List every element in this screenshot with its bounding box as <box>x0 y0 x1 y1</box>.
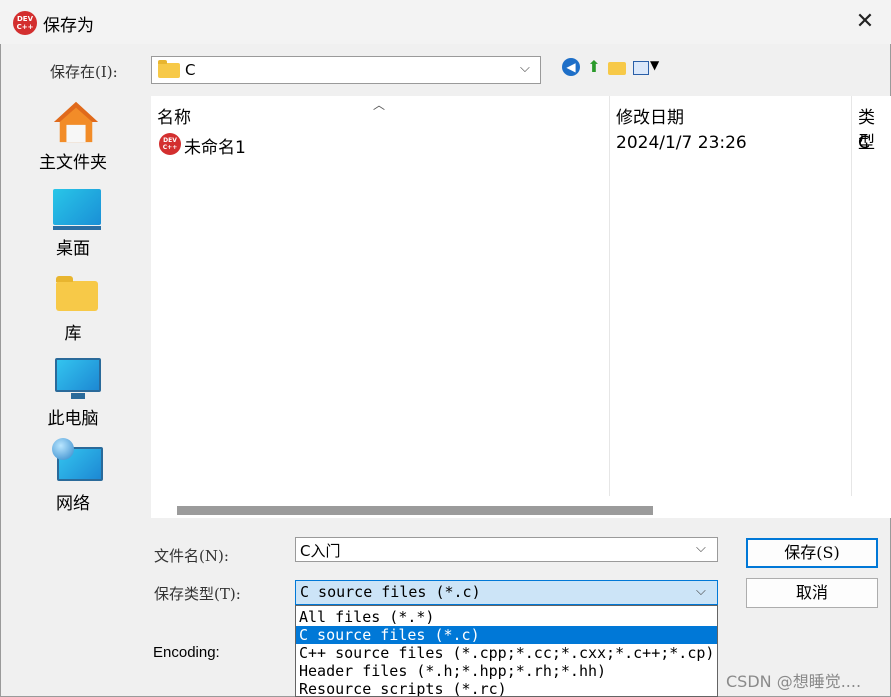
file-type-cell: C 文 <box>858 133 870 153</box>
filetype-dropdown-list[interactable]: All files (*.*) C source files (*.c) C++… <box>295 605 718 697</box>
library-folder-icon[interactable] <box>56 276 98 311</box>
network-globe-icon <box>52 438 74 460</box>
folder-icon <box>158 60 180 78</box>
horizontal-scrollbar-thumb[interactable] <box>177 506 653 515</box>
filetype-value: C source files (*.c) <box>300 583 481 601</box>
filetype-option[interactable]: C++ source files (*.cpp;*.cc;*.cxx;*.c++… <box>296 644 717 662</box>
chevron-down-icon[interactable]: ⌵ <box>520 61 530 76</box>
filetype-option[interactable]: Header files (*.h;*.hpp;*.rh;*.hh) <box>296 662 717 680</box>
filename-label: 文件名(N): <box>154 547 229 565</box>
devcpp-logo-icon: DEV C++ <box>13 11 37 35</box>
view-menu-chevron-icon[interactable]: ▼ <box>650 58 659 72</box>
window-title: 保存为 <box>43 16 94 36</box>
chevron-down-icon[interactable]: ⌵ <box>696 584 706 599</box>
chevron-down-icon[interactable]: ⌵ <box>696 541 706 556</box>
place-label-desktop[interactable]: 桌面 <box>0 234 146 259</box>
close-button[interactable]: ✕ <box>851 8 879 36</box>
filetype-label: 保存类型(T): <box>154 585 241 603</box>
new-folder-icon[interactable] <box>608 62 626 75</box>
encoding-label: Encoding: <box>153 644 220 661</box>
up-folder-icon[interactable]: ⬆ <box>585 58 603 76</box>
filetype-option[interactable]: Resource scripts (*.rc) <box>296 680 717 696</box>
column-header-name[interactable]: 名称 <box>157 103 191 128</box>
view-menu-icon[interactable] <box>633 61 649 75</box>
devcpp-file-icon: DEV C++ <box>159 133 181 155</box>
filename-combo[interactable]: C入门 ⌵ <box>295 537 718 562</box>
file-list[interactable]: ︿ 名称 修改日期 类型 C 文 DEVC++ 未命名1 2024/1/7 23… <box>151 96 891 518</box>
filetype-select[interactable]: C source files (*.c) ⌵ <box>295 580 718 605</box>
file-modified-cell: 2024/1/7 23:26 <box>616 133 747 153</box>
home-icon[interactable] <box>52 100 100 144</box>
column-type-clip: 类型 C 文 <box>858 96 891 156</box>
save-in-label: 保存在(I): <box>50 63 118 81</box>
save-in-value: C <box>185 61 196 79</box>
column-divider[interactable] <box>609 96 610 496</box>
place-label-network[interactable]: 网络 <box>0 489 146 514</box>
filename-input[interactable]: C入门 <box>300 540 340 561</box>
column-header-modified[interactable]: 修改日期 <box>616 103 684 128</box>
desktop-icon[interactable] <box>53 189 101 230</box>
filetype-option[interactable]: All files (*.*) <box>296 608 717 626</box>
back-icon[interactable]: ◀ <box>562 58 580 76</box>
filetype-option-selected[interactable]: C source files (*.c) <box>296 626 717 644</box>
place-label-computer[interactable]: 此电脑 <box>0 404 146 429</box>
sort-up-icon: ︿ <box>373 98 386 112</box>
watermark-text: CSDN @想睡觉.... <box>726 672 862 691</box>
save-button[interactable]: 保存(S) <box>746 538 878 568</box>
place-label-library[interactable]: 库 <box>0 319 146 344</box>
cancel-button[interactable]: 取消 <box>746 578 878 608</box>
place-label-home[interactable]: 主文件夹 <box>0 148 146 173</box>
computer-icon[interactable] <box>55 358 101 399</box>
column-divider[interactable] <box>851 96 852 496</box>
save-in-combo[interactable]: C ⌵ <box>151 56 541 84</box>
title-bar: DEV C++ 保存为 ✕ <box>0 0 891 44</box>
file-name-cell[interactable]: 未命名1 <box>184 133 246 158</box>
